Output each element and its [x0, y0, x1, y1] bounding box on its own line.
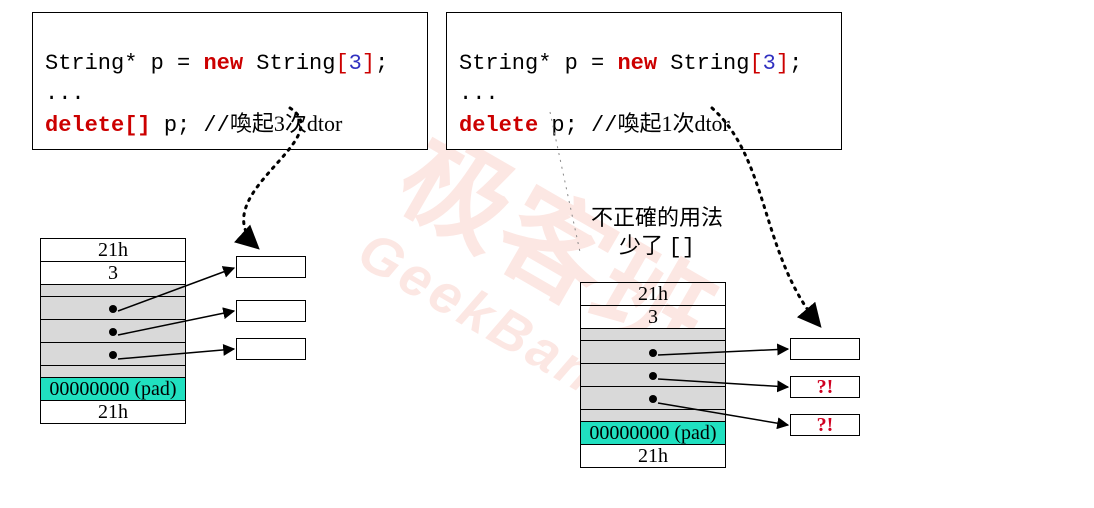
code-left: String* p = new String[3]; ... delete[] … [32, 12, 428, 150]
mem-pad: 00000000 (pad) [581, 422, 726, 445]
heap-box-0 [790, 338, 860, 360]
mem-count: 3 [581, 306, 726, 329]
heap-box-2: ?! [790, 414, 860, 436]
heap-box-0 [236, 256, 306, 278]
dot-icon [649, 395, 657, 403]
mem-cookie-top: 21h [41, 239, 186, 262]
mem-ptr-top-half [581, 329, 726, 341]
mem-cookie-top: 21h [581, 283, 726, 306]
caption-brackets: [] [669, 235, 695, 260]
code-text: String* p = new String[3]; ... delete p;… [459, 51, 802, 138]
mem-ptr-bottom-half [41, 366, 186, 378]
mem-cookie-bottom: 21h [581, 445, 726, 468]
memory-block-left: 21h 3 00000000 (pad) 21h [40, 238, 186, 424]
mem-count: 3 [41, 262, 186, 285]
dot-icon [109, 328, 117, 336]
heap-box-1 [236, 300, 306, 322]
mem-ptr-2 [581, 387, 726, 410]
dot-icon [649, 349, 657, 357]
mem-ptr-0 [41, 297, 186, 320]
mem-ptr-top-half [41, 285, 186, 297]
dot-icon [109, 305, 117, 313]
dot-icon [649, 372, 657, 380]
code-text: String* p = new String[3]; ... delete[] … [45, 51, 388, 138]
mem-ptr-2 [41, 343, 186, 366]
mem-ptr-1 [41, 320, 186, 343]
mem-pad: 00000000 (pad) [41, 378, 186, 401]
mem-ptr-1 [581, 364, 726, 387]
mem-ptr-0 [581, 341, 726, 364]
caption-line1: 不正確的用法 [591, 205, 723, 230]
dot-icon [109, 351, 117, 359]
mem-cookie-bottom: 21h [41, 401, 186, 424]
heap-box-2 [236, 338, 306, 360]
heap-box-1: ?! [790, 376, 860, 398]
memory-block-right: 21h 3 00000000 (pad) 21h [580, 282, 726, 468]
code-right: String* p = new String[3]; ... delete p;… [446, 12, 842, 150]
mem-ptr-bottom-half [581, 410, 726, 422]
caption-line2a: 少了 [619, 233, 669, 258]
caption-right: 不正確的用法 少了 [] [562, 204, 752, 262]
